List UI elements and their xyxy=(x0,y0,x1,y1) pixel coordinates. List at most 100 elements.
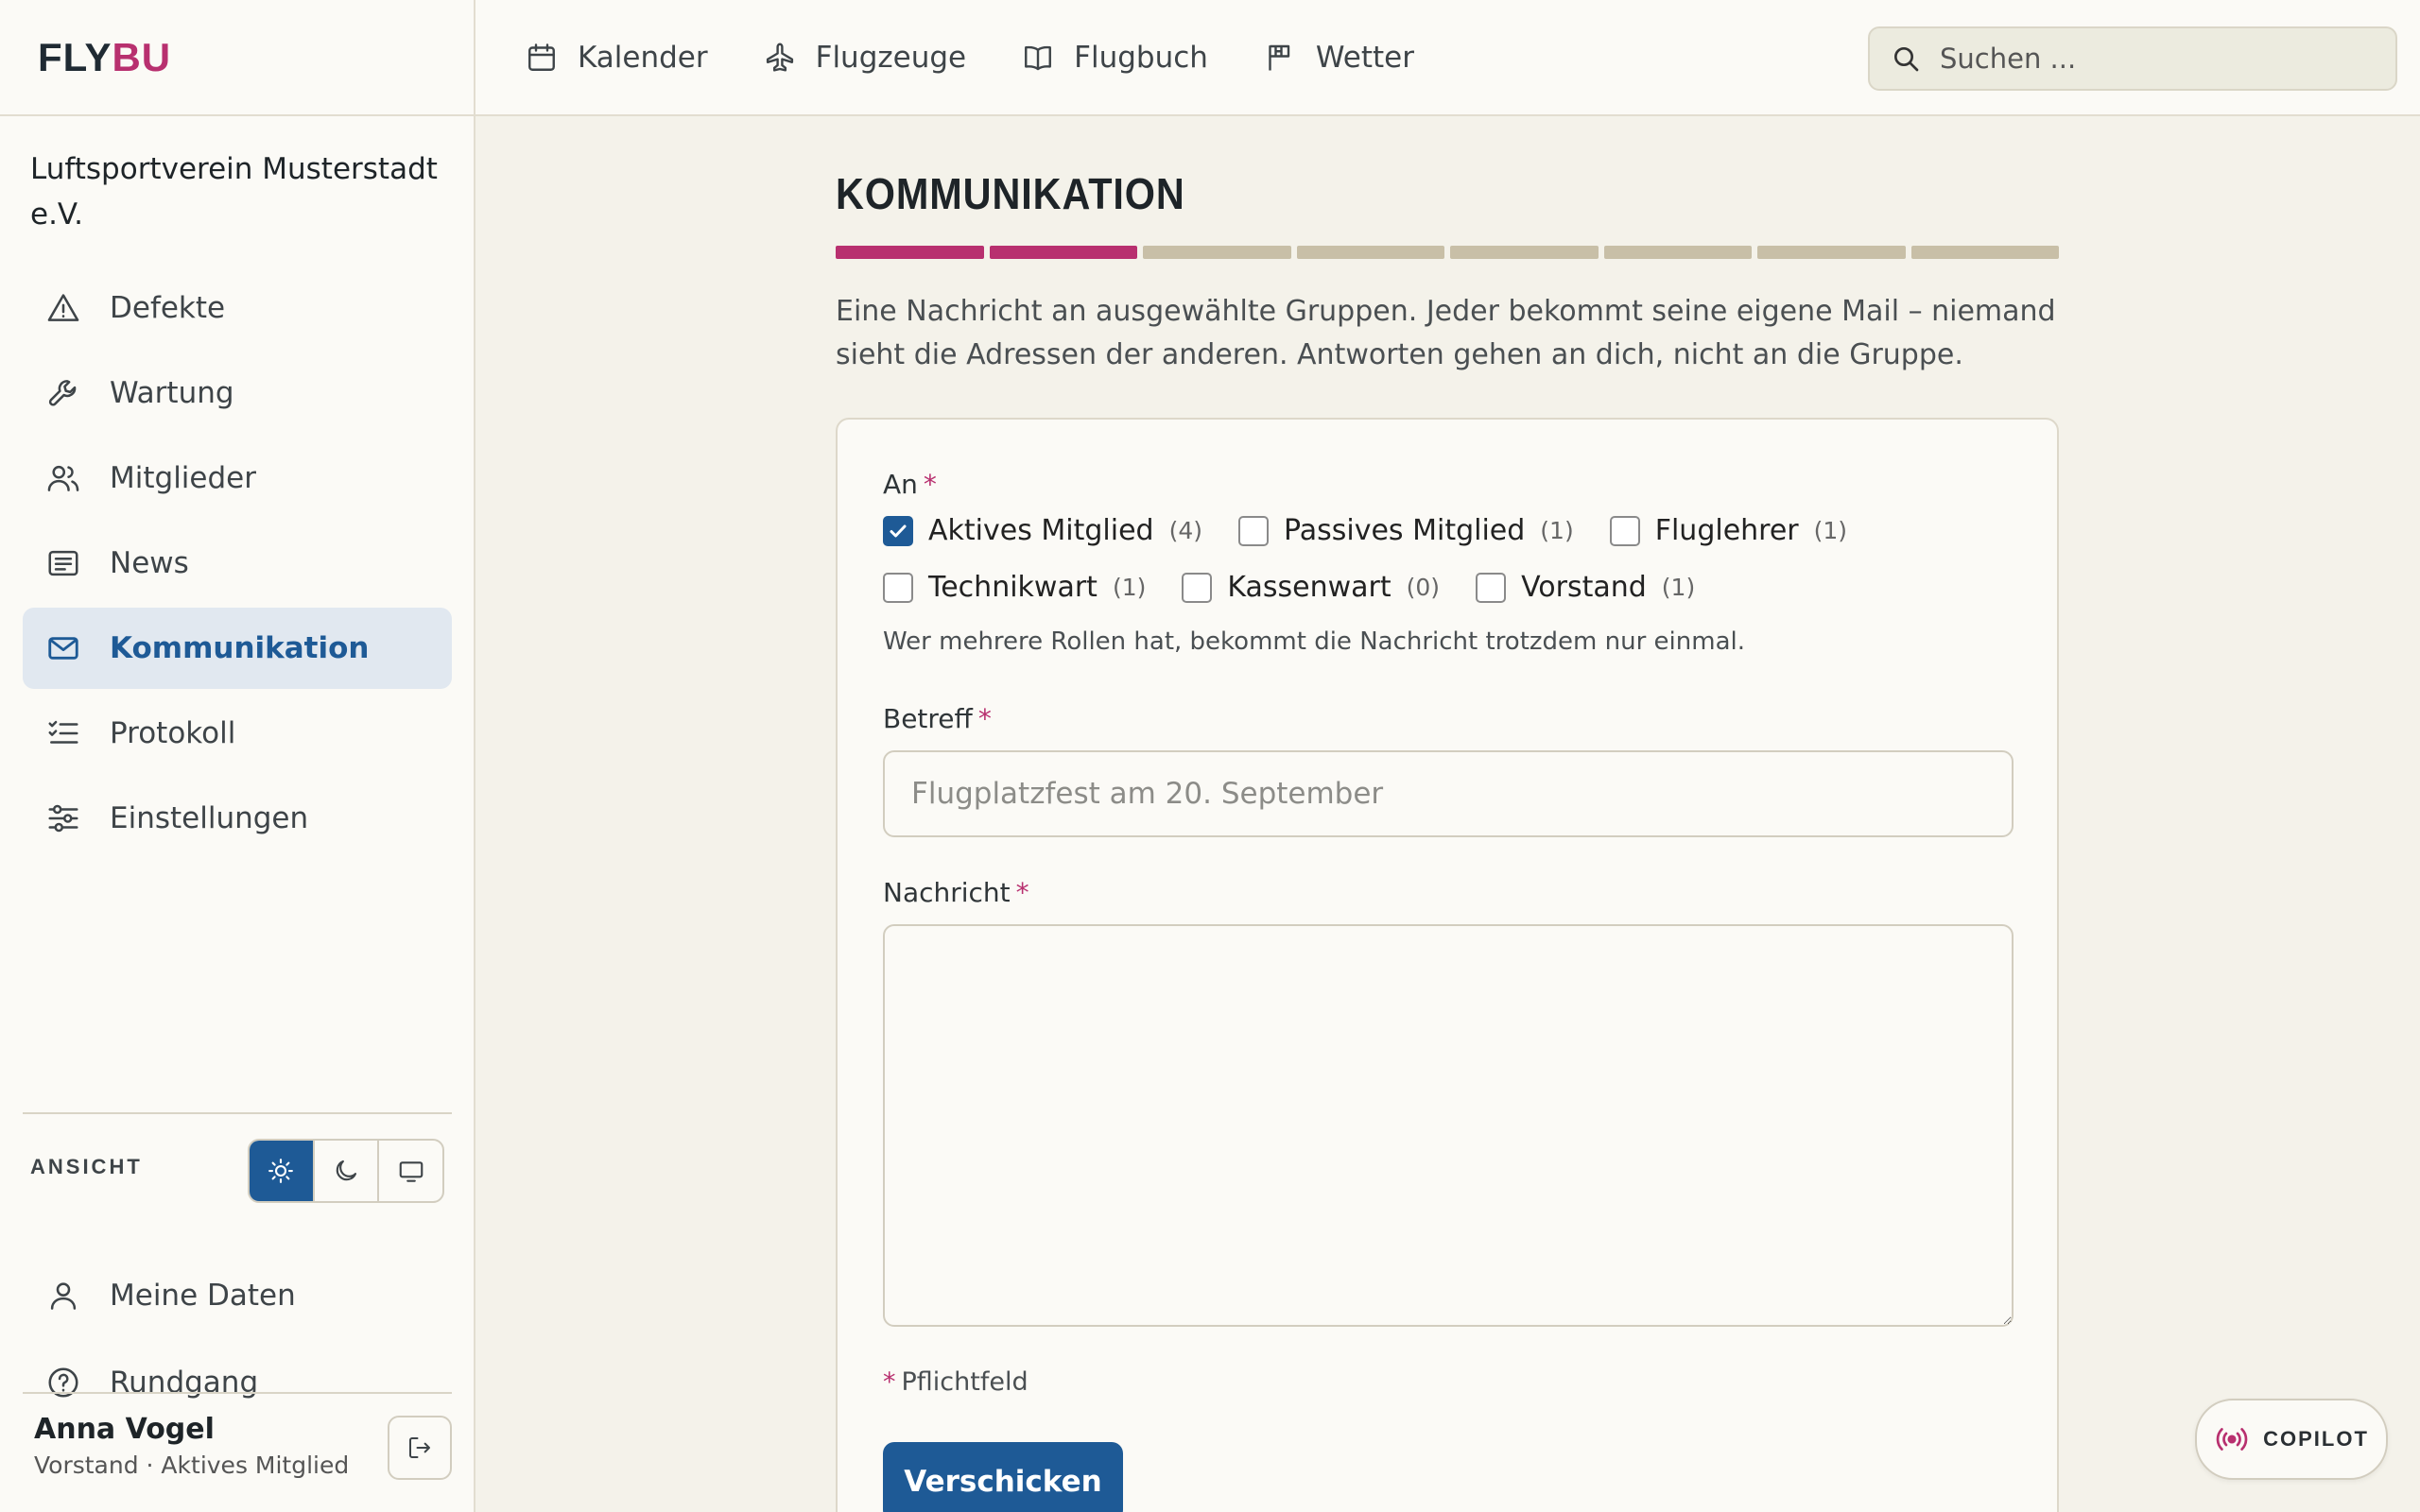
logo-area: FLYBU xyxy=(0,0,475,115)
checkbox-box[interactable] xyxy=(1238,515,1269,546)
app-logo[interactable]: FLYBU xyxy=(38,35,171,80)
checkmark-icon xyxy=(890,524,907,537)
checkbox-box[interactable] xyxy=(883,515,913,546)
recipients-label-text: An xyxy=(883,469,918,500)
organization-name: Luftsportverein Musterstadt e.V. xyxy=(30,152,438,232)
topnav-item-wetter[interactable]: Wetter xyxy=(1263,41,1414,75)
checkbox-vorstand[interactable]: Vorstand (1) xyxy=(1476,571,1695,604)
user-role: Vorstand · Aktives Mitglied xyxy=(34,1452,350,1479)
user-name: Anna Vogel xyxy=(34,1413,215,1446)
sidebar-divider xyxy=(23,1392,452,1394)
recipients-label: An * xyxy=(883,469,937,500)
required-mark: * xyxy=(1015,877,1029,908)
logo-text-bu: BU xyxy=(112,34,172,79)
progress-segment xyxy=(1603,246,1752,259)
checkbox-aktives-mitglied[interactable]: Aktives Mitglied (4) xyxy=(883,514,1202,547)
moon-icon xyxy=(336,1160,357,1181)
theme-dark-button[interactable] xyxy=(315,1141,380,1201)
copilot-button[interactable]: COPILOT xyxy=(2195,1399,2388,1480)
logout-icon xyxy=(409,1437,430,1458)
mail-icon xyxy=(48,637,78,660)
member-count: (4) xyxy=(1168,517,1202,544)
sidebar-item-news[interactable]: News xyxy=(23,523,452,604)
progress-segment xyxy=(1143,246,1291,259)
sidebar-item-wartung[interactable]: Wartung xyxy=(23,352,452,434)
top-nav: Kalender Flugzeuge Flugbuch Wetter xyxy=(525,41,1414,75)
sidebar-item-label: News xyxy=(110,546,189,580)
theme-switch xyxy=(248,1139,444,1203)
help-icon xyxy=(48,1367,78,1398)
checkbox-kassenwart[interactable]: Kassenwart (0) xyxy=(1182,571,1440,604)
sidebar-item-mitglieder[interactable]: Mitglieder xyxy=(23,438,452,519)
checkbox-label: Technikwart xyxy=(928,571,1098,604)
checkbox-box[interactable] xyxy=(1609,515,1640,546)
checkbox-box[interactable] xyxy=(1476,572,1507,603)
sidebar-item-label: Meine Daten xyxy=(110,1279,296,1313)
topnav-label: Flugbuch xyxy=(1074,40,1208,75)
search-icon xyxy=(1894,47,1919,72)
monitor-icon xyxy=(399,1161,423,1182)
topnav-label: Flugzeuge xyxy=(815,40,967,75)
checkbox-box[interactable] xyxy=(883,572,913,603)
sidebar-item-protokoll[interactable]: Protokoll xyxy=(23,693,452,774)
topnav-item-flugbuch[interactable]: Flugbuch xyxy=(1021,41,1208,75)
copilot-label: COPILOT xyxy=(2263,1427,2369,1451)
search-input[interactable] xyxy=(1940,43,2375,75)
view-section-label: ANSICHT xyxy=(30,1155,143,1178)
sun-icon xyxy=(268,1159,294,1183)
progress-segment xyxy=(1450,246,1599,259)
book-icon xyxy=(1025,45,1052,70)
warning-icon xyxy=(47,294,79,321)
logo-text-fly: FLY xyxy=(38,34,112,79)
sidebar: Luftsportverein Musterstadt e.V. Defekte… xyxy=(0,116,475,1512)
user-icon xyxy=(50,1282,77,1310)
theme-light-button[interactable] xyxy=(250,1141,315,1201)
theme-system-button[interactable] xyxy=(379,1141,442,1201)
required-mark: * xyxy=(883,1367,896,1397)
topnav-item-kalender[interactable]: Kalender xyxy=(525,41,708,75)
wrench-icon xyxy=(48,380,77,406)
subject-label: Betreff * xyxy=(883,703,992,734)
send-button[interactable]: Verschicken xyxy=(883,1442,1123,1512)
sidebar-item-einstellungen[interactable]: Einstellungen xyxy=(23,778,452,859)
sidebar-item-label: Rundgang xyxy=(110,1366,259,1400)
checklist-icon xyxy=(48,720,78,744)
progress-segment xyxy=(989,246,1137,259)
sidebar-item-label: Wartung xyxy=(110,376,234,410)
checkbox-technikwart[interactable]: Technikwart (1) xyxy=(883,571,1146,604)
sidebar-item-meine-daten[interactable]: Meine Daten xyxy=(23,1254,452,1337)
checkbox-label: Passives Mitglied xyxy=(1284,514,1526,547)
sidebar-item-defekte[interactable]: Defekte xyxy=(23,267,452,349)
sidebar-divider xyxy=(23,1112,452,1114)
search-box xyxy=(1868,26,2397,91)
checkbox-fluglehrer[interactable]: Fluglehrer (1) xyxy=(1609,514,1848,547)
checkbox-box[interactable] xyxy=(1182,572,1213,603)
mandatory-note-text: Pflichtfeld xyxy=(901,1367,1028,1397)
sidebar-item-kommunikation[interactable]: Kommunikation xyxy=(23,608,452,689)
progress-bar xyxy=(836,246,2059,259)
message-textarea[interactable] xyxy=(883,924,2014,1327)
subject-input[interactable] xyxy=(883,750,2014,837)
sidebar-item-label: Mitglieder xyxy=(110,461,256,495)
progress-segment xyxy=(836,246,984,259)
message-label: Nachricht * xyxy=(883,877,1029,908)
logout-button[interactable] xyxy=(388,1416,452,1480)
sliders-icon xyxy=(48,804,78,833)
member-count: (1) xyxy=(1813,517,1848,544)
progress-segment xyxy=(1910,246,2059,259)
member-count: (1) xyxy=(1661,574,1696,601)
sidebar-item-label: Protokoll xyxy=(110,716,236,750)
checkbox-passives-mitglied[interactable]: Passives Mitglied (1) xyxy=(1238,514,1574,547)
checkbox-label: Vorstand xyxy=(1521,571,1647,604)
recipient-group-row: Aktives Mitglied (4) Passives Mitglied (… xyxy=(883,514,1883,547)
message-label-text: Nachricht xyxy=(883,877,1011,908)
sidebar-item-rundgang[interactable]: Rundgang xyxy=(23,1341,452,1424)
sidebar-item-label: Einstellungen xyxy=(110,801,309,835)
top-bar: FLYBU Kalender Flugzeuge Flugbuch Wetter xyxy=(0,0,2420,116)
message-form-card: An * Aktives Mitglied (4) Passives Mitgli… xyxy=(836,418,2059,1512)
checkbox-label: Fluglehrer xyxy=(1654,514,1799,547)
member-count: (1) xyxy=(1540,517,1574,544)
topnav-item-flugzeuge[interactable]: Flugzeuge xyxy=(763,40,967,75)
sidebar-item-label: Defekte xyxy=(110,291,226,325)
checkbox-label: Aktives Mitglied xyxy=(928,514,1154,547)
